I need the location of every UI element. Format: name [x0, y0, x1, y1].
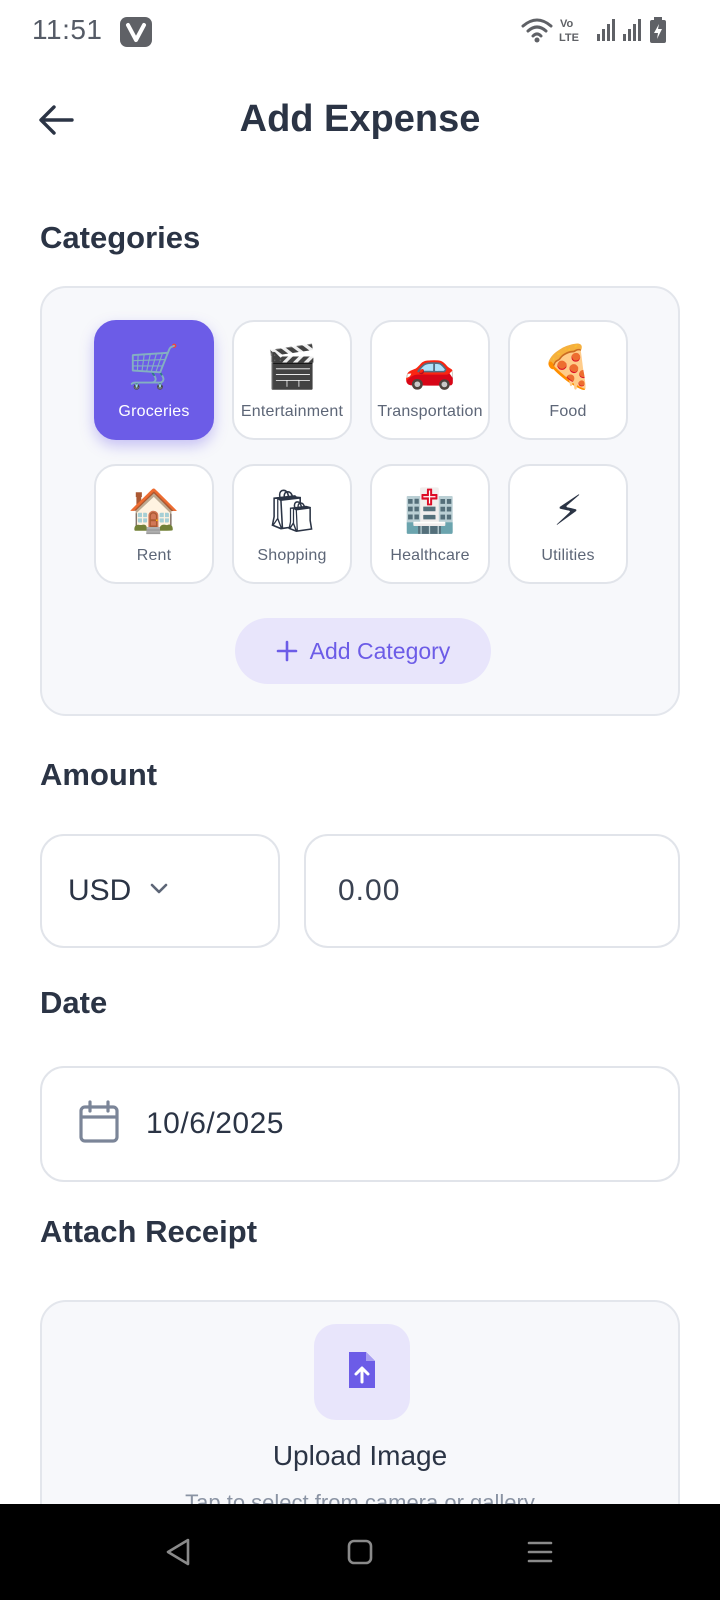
signal-strength-icon-1 — [596, 18, 618, 47]
chevron-down-icon — [149, 882, 169, 901]
nav-back-button[interactable] — [158, 1534, 198, 1574]
wifi-icon — [520, 16, 554, 49]
menu-lines-icon — [526, 1538, 554, 1571]
add-category-button[interactable]: Add Category — [235, 618, 491, 684]
clapper-board-icon: 🎬 — [265, 342, 319, 391]
v-app-icon — [120, 17, 152, 47]
category-grid: 🛒 Groceries 🎬 Entertainment 🚗 Transporta… — [94, 320, 630, 584]
volte-icon: Vo LTE — [558, 16, 592, 49]
amount-label: Amount — [40, 757, 158, 792]
svg-text:Vo: Vo — [560, 18, 574, 30]
date-label: Date — [40, 985, 108, 1020]
category-label: Transportation — [377, 403, 483, 420]
category-label: Healthcare — [390, 547, 470, 564]
triangle-back-icon — [163, 1536, 193, 1573]
category-label: Entertainment — [240, 403, 344, 420]
battery-charging-icon — [648, 16, 668, 49]
file-upload-icon — [344, 1349, 380, 1396]
amount-value: 0.00 — [338, 874, 401, 907]
car-icon: 🚗 — [403, 342, 457, 391]
currency-value: USD — [68, 874, 132, 907]
house-icon: 🏠 — [127, 486, 181, 535]
category-utilities[interactable]: ⚡ Utilities — [508, 464, 628, 584]
attach-receipt-label: Attach Receipt — [40, 1214, 258, 1249]
category-transportation[interactable]: 🚗 Transportation — [370, 320, 490, 440]
svg-text:LTE: LTE — [559, 32, 579, 44]
system-nav-bar — [0, 1504, 720, 1600]
category-food[interactable]: 🍕 Food — [508, 320, 628, 440]
date-picker-field[interactable]: 10/6/2025 — [40, 1066, 680, 1182]
categories-label: Categories — [40, 220, 201, 255]
page-title: Add Expense — [239, 98, 481, 140]
add-category-label: Add Category — [309, 637, 451, 664]
category-label: Groceries — [118, 403, 190, 420]
hospital-icon: 🏥 — [403, 486, 457, 535]
calendar-icon — [78, 1099, 120, 1149]
lightning-icon: ⚡ — [553, 486, 583, 535]
category-label: Utilities — [541, 547, 595, 564]
pizza-icon: 🍕 — [541, 342, 595, 391]
category-label: Food — [549, 403, 587, 420]
categories-card: 🛒 Groceries 🎬 Entertainment 🚗 Transporta… — [40, 286, 680, 716]
plus-icon — [276, 635, 298, 667]
category-label: Shopping — [257, 547, 327, 564]
square-home-icon — [346, 1538, 374, 1571]
date-value: 10/6/2025 — [146, 1107, 284, 1140]
nav-menu-button[interactable] — [520, 1534, 560, 1574]
status-bar: 11:51 Vo LTE — [0, 0, 720, 66]
nav-home-button[interactable] — [340, 1534, 380, 1574]
category-groceries[interactable]: 🛒 Groceries — [94, 320, 214, 440]
upload-title: Upload Image — [272, 1440, 448, 1471]
category-healthcare[interactable]: 🏥 Healthcare — [370, 464, 490, 584]
signal-strength-icon-2 — [622, 18, 644, 47]
currency-select[interactable]: USD — [40, 834, 280, 948]
status-icons: Vo LTE — [520, 16, 668, 49]
category-entertainment[interactable]: 🎬 Entertainment — [232, 320, 352, 440]
app-header: Add Expense — [0, 80, 720, 160]
category-label: Rent — [136, 547, 172, 564]
shopping-cart-icon: 🛒 — [127, 342, 181, 391]
status-time: 11:51 — [32, 14, 103, 45]
category-rent[interactable]: 🏠 Rent — [94, 464, 214, 584]
category-shopping[interactable]: 🛍 Shopping — [232, 464, 352, 584]
amount-input[interactable]: 0.00 — [304, 834, 680, 948]
upload-icon-box — [314, 1324, 410, 1420]
add-expense-screen: 11:51 Vo LTE Add Expense Categories 🛒 Gr… — [0, 0, 720, 1600]
shopping-bags-icon: 🛍 — [265, 486, 319, 535]
